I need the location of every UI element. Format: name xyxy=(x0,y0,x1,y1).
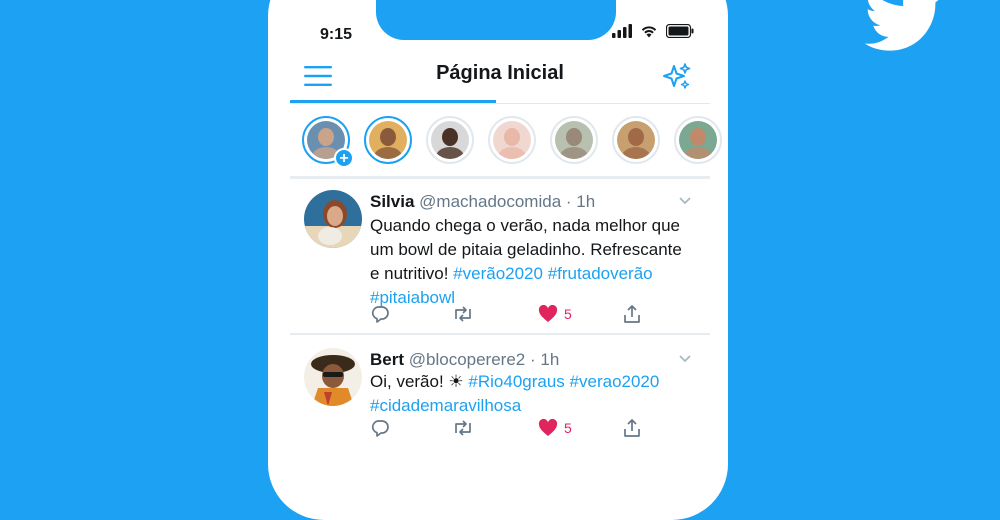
add-fleet-icon[interactable]: + xyxy=(334,148,354,168)
fleet-photo xyxy=(493,121,531,159)
reply-icon[interactable] xyxy=(370,418,390,438)
wifi-icon xyxy=(641,26,657,38)
tweet-text: Oi, verão! ☀ #Rio40graus #verao2020 #cid… xyxy=(370,370,690,418)
page-title: Página Inicial xyxy=(436,62,564,84)
phone-notch xyxy=(376,0,616,40)
display-name[interactable]: Bert xyxy=(370,350,404,369)
share-icon[interactable] xyxy=(622,304,642,324)
retweet-icon[interactable] xyxy=(452,304,474,324)
fleet-photo xyxy=(369,121,407,159)
fleet-photo xyxy=(679,121,717,159)
fleet-avatar[interactable] xyxy=(364,116,412,164)
fleet-avatar[interactable] xyxy=(674,116,722,164)
signal-icon xyxy=(612,24,632,38)
menu-icon[interactable] xyxy=(304,65,332,87)
tweet-body: Oi, verão! ☀ xyxy=(370,372,464,391)
tweet-actions: 5 xyxy=(370,418,642,438)
tweet-header: Bert @blocoperere2 · 1h xyxy=(370,350,559,370)
chevron-down-icon[interactable] xyxy=(678,196,692,206)
fleet-avatar[interactable]: + xyxy=(302,116,354,168)
heart-icon xyxy=(538,419,558,436)
fleet-avatar[interactable] xyxy=(426,116,474,164)
handle[interactable]: @machadocomida xyxy=(419,192,561,211)
fleet-photo xyxy=(617,121,655,159)
chevron-down-icon[interactable] xyxy=(678,354,692,364)
hashtag[interactable]: #cidademaravilhosa xyxy=(370,396,521,415)
fleet-photo xyxy=(431,121,469,159)
like-button[interactable]: 5 xyxy=(538,419,572,437)
retweet-icon[interactable] xyxy=(452,418,474,438)
status-icons xyxy=(612,24,694,38)
fleets-divider xyxy=(290,176,710,179)
hashtag[interactable]: #verão2020 xyxy=(453,264,543,283)
tweet-item[interactable]: Silvia @machadocomida · 1h Quando chega … xyxy=(290,180,710,330)
hashtag[interactable]: #Rio40graus xyxy=(468,372,564,391)
hashtag[interactable]: #frutadoverão xyxy=(548,264,653,283)
tweet-text: Quando chega o verão, nada melhor que um… xyxy=(370,214,690,310)
reply-icon[interactable] xyxy=(370,304,390,324)
like-button[interactable]: 5 xyxy=(538,305,572,323)
heart-icon xyxy=(538,305,558,322)
twitter-bird-logo xyxy=(864,0,939,51)
avatar[interactable] xyxy=(304,190,362,248)
sparkle-icon[interactable] xyxy=(662,62,692,92)
status-time: 9:15 xyxy=(320,26,353,43)
tweet-header: Silvia @machadocomida · 1h xyxy=(370,192,595,212)
timestamp: · 1h xyxy=(529,350,560,369)
tweet-item[interactable]: Bert @blocoperere2 · 1h Oi, verão! ☀ #Ri… xyxy=(290,336,710,450)
tweet-divider xyxy=(290,333,710,335)
fleet-avatar[interactable] xyxy=(488,116,536,164)
timestamp: · 1h xyxy=(565,192,596,211)
avatar[interactable] xyxy=(304,348,362,406)
fleet-avatar[interactable] xyxy=(550,116,598,164)
header-divider xyxy=(290,103,710,104)
share-icon[interactable] xyxy=(622,418,642,438)
fleet-avatar[interactable] xyxy=(612,116,660,164)
handle[interactable]: @blocoperere2 xyxy=(409,350,526,369)
tweet-actions: 5 xyxy=(370,304,642,324)
hashtag[interactable]: #verao2020 xyxy=(570,372,660,391)
like-count: 5 xyxy=(564,420,572,436)
like-count: 5 xyxy=(564,306,572,322)
fleet-photo xyxy=(555,121,593,159)
fleets-row: + xyxy=(302,116,722,168)
display-name[interactable]: Silvia xyxy=(370,192,414,211)
battery-icon xyxy=(666,24,694,38)
